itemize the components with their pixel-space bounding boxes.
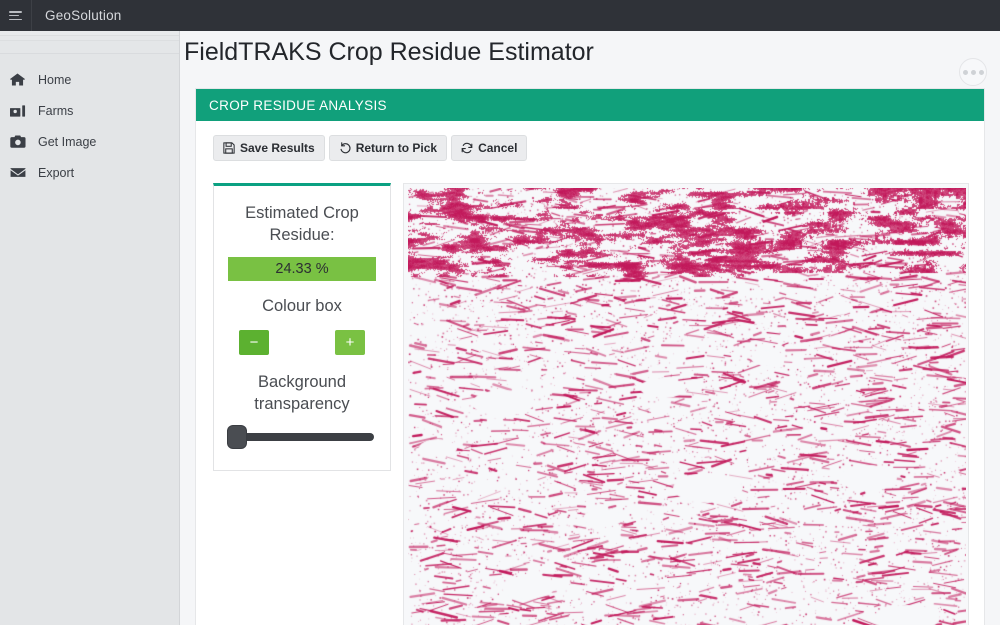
- sidebar-item-label: Home: [36, 73, 71, 87]
- more-options-button[interactable]: [959, 58, 987, 86]
- estimate-label: Estimated Crop Residue:: [214, 186, 390, 246]
- transparency-slider[interactable]: [214, 415, 390, 445]
- slider-thumb[interactable]: [228, 426, 246, 448]
- top-bar: GeoSolution: [0, 0, 1000, 31]
- sidebar-nav: Home Farms: [0, 54, 179, 188]
- home-icon: [10, 73, 36, 86]
- app-root: GeoSolution Home: [0, 0, 1000, 625]
- button-label: Save Results: [240, 141, 315, 155]
- camera-icon: [10, 135, 36, 148]
- undo-icon: [339, 142, 351, 154]
- colour-box-stepper: − +: [214, 317, 390, 355]
- transparency-label: Background transparency: [214, 355, 390, 415]
- sidebar-item-farms[interactable]: Farms: [0, 95, 179, 126]
- save-results-button[interactable]: Save Results: [213, 135, 325, 161]
- page-title: FieldTRAKS Crop Residue Estimator: [181, 31, 999, 73]
- sidebar: Home Farms: [0, 31, 180, 625]
- farms-icon: [10, 105, 36, 117]
- menu-toggle-button[interactable]: [0, 0, 32, 31]
- colour-increase-button[interactable]: +: [335, 330, 365, 355]
- sync-icon: [461, 142, 473, 154]
- controls-panel: Estimated Crop Residue: 24.33 % Colour b…: [213, 183, 391, 471]
- hamburger-icon: [9, 11, 22, 20]
- estimate-value-box: 24.33 %: [228, 257, 376, 281]
- sidebar-item-home[interactable]: Home: [0, 64, 179, 95]
- image-preview-panel[interactable]: [403, 183, 969, 625]
- save-icon: [223, 142, 235, 154]
- colour-decrease-button[interactable]: −: [239, 330, 269, 355]
- button-label: Cancel: [478, 141, 517, 155]
- sidebar-divider-3: [0, 41, 179, 54]
- card-header-title: CROP RESIDUE ANALYSIS: [196, 89, 984, 121]
- more-dots-icon: [979, 70, 984, 75]
- sidebar-item-label: Export: [36, 166, 74, 180]
- colour-box-label: Colour box: [214, 281, 390, 317]
- return-to-pick-button[interactable]: Return to Pick: [329, 135, 447, 161]
- sidebar-item-label: Get Image: [36, 135, 96, 149]
- app-brand[interactable]: GeoSolution: [32, 8, 122, 23]
- sidebar-item-get-image[interactable]: Get Image: [0, 126, 179, 157]
- crop-residue-image: [408, 188, 966, 625]
- action-toolbar: Save Results Return to Pick: [213, 135, 527, 161]
- envelope-icon: [10, 167, 36, 178]
- slider-track[interactable]: [233, 433, 374, 441]
- main-content: FieldTRAKS Crop Residue Estimator CROP R…: [180, 31, 1000, 625]
- cancel-button[interactable]: Cancel: [451, 135, 527, 161]
- button-label: Return to Pick: [356, 141, 437, 155]
- more-dots-icon: [963, 70, 968, 75]
- crop-residue-canvas: [408, 188, 966, 625]
- sidebar-item-label: Farms: [36, 104, 73, 118]
- sidebar-item-export[interactable]: Export: [0, 157, 179, 188]
- more-dots-icon: [971, 70, 976, 75]
- analysis-card: CROP RESIDUE ANALYSIS Save Results: [195, 88, 985, 625]
